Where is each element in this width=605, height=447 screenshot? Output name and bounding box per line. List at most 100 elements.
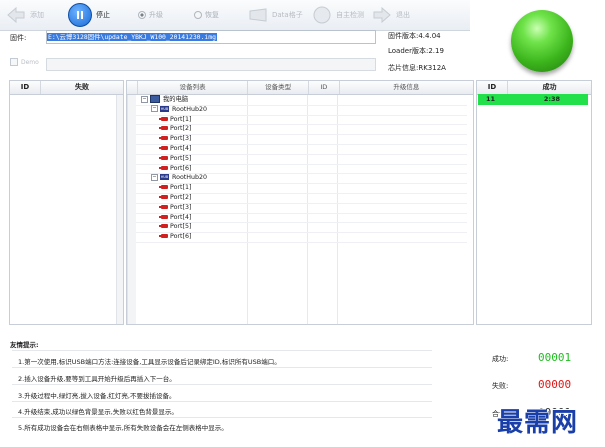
tree-row-label: Port[4]: [170, 145, 192, 152]
firmware-version: 固件版本:4.4.04: [388, 32, 441, 40]
tree-row-label: Port[5]: [170, 223, 192, 231]
device-button[interactable]: Data格子: [248, 3, 303, 27]
success-table: ID 成功: [476, 80, 592, 325]
tree-row-port[interactable]: Port[6]: [127, 232, 467, 243]
device-button-label: Data格子: [272, 11, 303, 19]
tree-col-type: 设备类型: [248, 81, 309, 94]
firmware-label: 固件:: [10, 34, 27, 42]
device-icon: [248, 5, 268, 25]
tips-title: 友情提示:: [10, 341, 39, 349]
stop-button-label: 停止: [96, 11, 110, 19]
firmware-path-field[interactable]: E:\云博3128固件\update_YBKJ_W100_20141230.im…: [46, 30, 376, 44]
restore-radio-label: 恢复: [205, 11, 219, 19]
tree-row-label: Port[2]: [170, 125, 192, 133]
collapse-icon[interactable]: −: [151, 105, 158, 113]
upgrade-radio-label: 升级: [149, 11, 163, 19]
fail-count-label: 失败:: [492, 382, 509, 390]
exit-button-label: 退出: [396, 11, 410, 19]
tip-line: 4.升级结束,成功以绿色背景显示,失败以红色背景显示。: [18, 408, 178, 416]
device-tree: 设备列表 设备类型 ID 升级信息 − 我的电脑 − HUB RootHub20 Port…: [126, 80, 474, 325]
tree-col-spacer: [127, 81, 138, 94]
success-count-value: 00001: [538, 351, 572, 364]
loader-version: Loader版本:2.19: [388, 47, 444, 55]
demo-checkbox-label: Demo: [21, 58, 39, 66]
success-count-label: 成功:: [492, 355, 509, 363]
failed-col-id: ID: [10, 81, 41, 94]
tree-row-label: Port[3]: [170, 203, 192, 211]
tree-row-label: RootHub20: [172, 174, 208, 182]
chip-info: 芯片信息:RK312A: [388, 64, 446, 72]
detect-circle-icon: [312, 5, 332, 25]
usb-port-icon: [159, 234, 168, 239]
tree-row-label: Port[5]: [170, 154, 192, 162]
collapse-icon[interactable]: −: [141, 95, 148, 103]
usb-port-icon: [159, 126, 168, 131]
computer-icon: [150, 95, 160, 103]
usb-port-icon: [159, 136, 168, 141]
failed-table-header: ID 失败: [10, 81, 123, 95]
success-row[interactable]: 11 2:38: [478, 94, 588, 105]
watermark: 最需网: [497, 408, 579, 438]
usb-port-icon: [159, 214, 168, 219]
tip-line: 3.升级过程中,绿灯亮,拔入设备,红灯亮,不要拔插设备。: [18, 392, 176, 400]
demo-checkbox[interactable]: Demo: [10, 58, 39, 66]
usb-port-icon: [159, 155, 168, 160]
tips-divider: [12, 367, 432, 368]
add-button[interactable]: 添加: [6, 3, 44, 27]
tree-row-label: Port[6]: [170, 164, 192, 172]
tree-col-devices: 设备列表: [138, 81, 249, 94]
tree-row-label: Port[1]: [170, 115, 192, 123]
exit-button[interactable]: 退出: [372, 3, 410, 27]
tree-col-upgrade-info: 升级信息: [393, 83, 420, 91]
demo-field[interactable]: [46, 58, 376, 71]
tips-divider: [12, 384, 432, 385]
usb-hub-icon: HUB: [160, 105, 169, 112]
exit-arrow-icon: [372, 5, 392, 25]
tip-line: 2.插入设备升级,要等到工具开始升级后再插入下一台。: [18, 375, 176, 383]
usb-port-icon: [159, 185, 168, 190]
collapse-icon[interactable]: −: [151, 173, 158, 181]
usb-port-icon: [159, 116, 168, 121]
success-col-id: ID: [477, 81, 508, 94]
failed-col-fail: 失败: [75, 83, 89, 91]
tree-row-label: Port[6]: [170, 233, 192, 241]
checkbox-icon: [10, 58, 18, 66]
success-col-success: 成功: [542, 83, 557, 91]
tree-row-label: RootHub20: [172, 105, 208, 113]
radio-selected-icon: [138, 11, 146, 19]
tree-row-label: Port[3]: [170, 135, 192, 143]
tree-row-label: Port[4]: [170, 213, 192, 221]
device-tree-header: 设备列表 设备类型 ID 升级信息: [127, 81, 473, 95]
tips-divider: [12, 417, 432, 418]
usb-port-icon: [159, 224, 168, 229]
stop-button[interactable]: 停止: [68, 3, 110, 27]
tree-scrollbar[interactable]: [127, 95, 136, 324]
detect-button-label: 自主检测: [336, 11, 364, 19]
firmware-path-text: E:\云博3128固件\update_YBKJ_W100_20141230.im…: [47, 33, 217, 41]
success-table-header: ID 成功: [477, 81, 591, 95]
back-arrow-icon: [6, 5, 26, 25]
add-button-label: 添加: [30, 11, 44, 19]
detect-button[interactable]: 自主检测: [312, 3, 364, 27]
status-indicator-button[interactable]: [511, 10, 573, 72]
success-row-id: 11: [486, 95, 496, 103]
usb-port-icon: [159, 195, 168, 199]
tips-divider: [12, 350, 432, 351]
tree-col-id: ID: [309, 81, 340, 94]
success-row-time: 2:38: [543, 95, 561, 103]
tree-row-label: 我的电脑: [163, 96, 189, 103]
toolbar: 添加 停止 升级 恢复 Data格子 自主检测 退出: [0, 0, 470, 31]
usb-port-icon: [159, 204, 168, 209]
failed-scrollbar[interactable]: [116, 95, 123, 324]
tree-row-label: Port[1]: [170, 184, 192, 192]
tree-row-label: Port[2]: [170, 194, 192, 201]
failed-table: ID 失败: [9, 80, 124, 325]
restore-radio[interactable]: 恢复: [194, 3, 219, 27]
pause-icon: [68, 3, 92, 27]
fail-count-value: 00000: [538, 378, 572, 391]
upgrade-radio[interactable]: 升级: [138, 3, 163, 27]
tips-divider: [12, 401, 432, 402]
usb-hub-icon: HUB: [160, 174, 169, 181]
tip-line: 1.第一次使用,标识USB端口方法:连接设备,工具显示设备后记录绑定ID,标识所…: [18, 358, 281, 366]
usb-port-icon: [159, 146, 168, 150]
